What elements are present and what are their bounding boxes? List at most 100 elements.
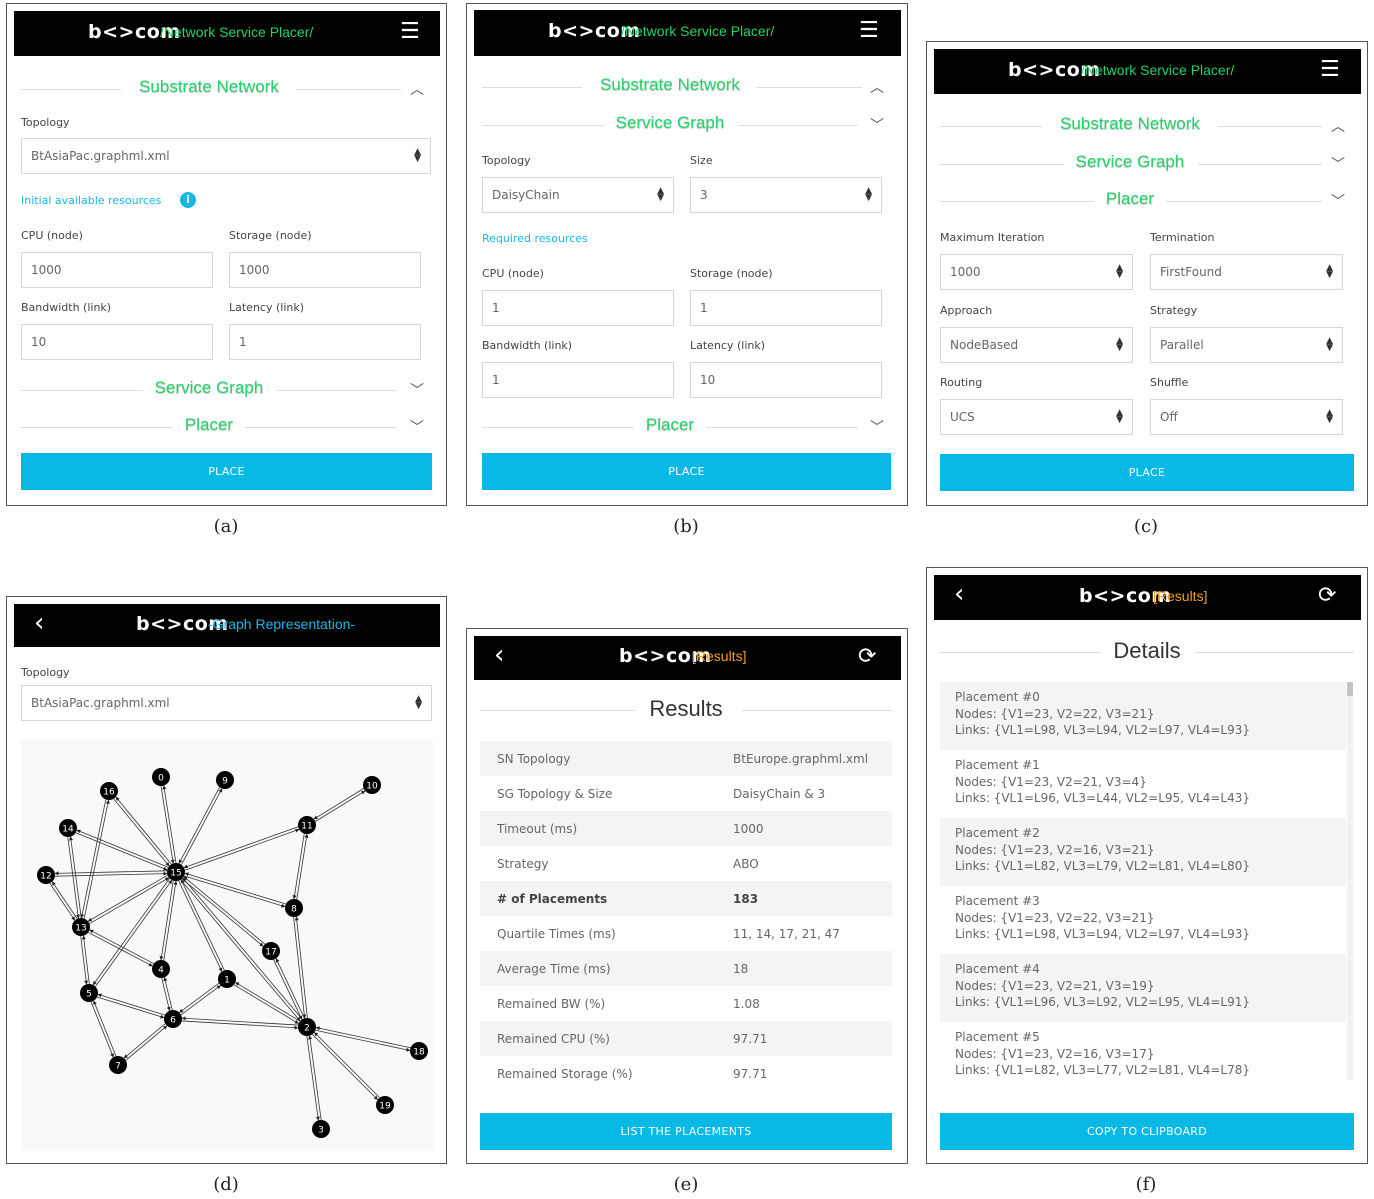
placement-item[interactable]: Placement #2 Nodes: {V1=23, V2=16, V3=21}… bbox=[940, 818, 1346, 886]
scrollbar[interactable] bbox=[1347, 682, 1353, 1080]
section-substrate-network[interactable]: Substrate Network ︿ bbox=[940, 114, 1354, 138]
results-value: 18 bbox=[733, 961, 749, 976]
select-arrows-icon: ▲ ▼ bbox=[1326, 336, 1333, 353]
menu-icon[interactable]: ☰ bbox=[859, 18, 879, 43]
graph-node[interactable]: 3 bbox=[312, 1120, 330, 1138]
graph-node[interactable]: 2 bbox=[298, 1018, 316, 1036]
chevron-down-icon[interactable]: ﹀ bbox=[1331, 191, 1345, 211]
graph-node[interactable]: 15 bbox=[167, 863, 185, 881]
section-placer[interactable]: Placer ﹀ bbox=[21, 415, 433, 439]
placement-item[interactable]: Placement #5 Nodes: {V1=23, V2=16, V3=17}… bbox=[940, 1022, 1346, 1090]
graph-node[interactable]: 17 bbox=[262, 942, 280, 960]
graph-node[interactable]: 9 bbox=[216, 771, 234, 789]
section-placer[interactable]: Placer ﹀ bbox=[940, 189, 1354, 213]
details-title: Details bbox=[1113, 638, 1181, 663]
routing-select[interactable]: UCS ▲ ▼ bbox=[940, 399, 1133, 435]
graph-node[interactable]: 4 bbox=[152, 960, 170, 978]
strategy-value: Parallel bbox=[1160, 338, 1204, 352]
graph-node-label: 16 bbox=[103, 788, 115, 798]
refresh-icon[interactable]: ⟳ bbox=[1318, 583, 1336, 608]
graph-node-label: 13 bbox=[75, 924, 86, 934]
section-service-graph[interactable]: Service Graph ﹀ bbox=[940, 152, 1354, 176]
back-arrow-icon[interactable]: ‹ bbox=[34, 608, 44, 638]
info-icon[interactable]: i bbox=[180, 192, 196, 208]
placement-item[interactable]: Placement #4 Nodes: {V1=23, V2=21, V3=19}… bbox=[940, 954, 1346, 1022]
chevron-down-icon[interactable]: ﹀ bbox=[870, 115, 884, 135]
storage-input[interactable]: 1 bbox=[690, 290, 882, 326]
topology-label: Topology bbox=[21, 116, 70, 129]
graph-node-label: 0 bbox=[158, 774, 164, 784]
section-placer[interactable]: Placer ﹀ bbox=[482, 415, 894, 439]
graph-node[interactable]: 8 bbox=[285, 899, 303, 917]
graph-node[interactable]: 6 bbox=[164, 1010, 182, 1028]
graph-node[interactable]: 0 bbox=[152, 768, 170, 786]
approach-select[interactable]: NodeBased ▲ ▼ bbox=[940, 327, 1133, 363]
graph-edge bbox=[80, 799, 107, 919]
latency-input[interactable]: 10 bbox=[690, 362, 882, 398]
topology-label: Topology bbox=[21, 666, 70, 679]
graph-edge bbox=[80, 936, 89, 985]
strategy-label: Strategy bbox=[1150, 304, 1198, 317]
topology-select[interactable]: BtAsiaPac.graphml.xml ▲ ▼ bbox=[21, 138, 431, 174]
network-graph[interactable]: 0123456789 10111213141516171819 bbox=[21, 739, 433, 1151]
graph-node[interactable]: 10 bbox=[363, 776, 381, 794]
graph-node[interactable]: 19 bbox=[376, 1096, 394, 1114]
place-button[interactable]: PLACE bbox=[940, 454, 1354, 491]
app-header: ‹ b<>com [Results] ⟳ bbox=[474, 636, 901, 680]
panel-f: ‹ b<>com [Results] ⟳ Details COPY TO CLI… bbox=[926, 567, 1368, 1164]
topology-select[interactable]: BtAsiaPac.graphml.xml ▲ ▼ bbox=[21, 685, 432, 721]
resources-link[interactable]: Required resources bbox=[482, 232, 588, 245]
chevron-up-icon[interactable]: ︿ bbox=[870, 77, 884, 97]
place-button[interactable]: PLACE bbox=[482, 453, 891, 490]
bandwidth-input[interactable]: 1 bbox=[482, 362, 674, 398]
placement-item[interactable]: Placement #1 Nodes: {V1=23, V2=21, V3=4} L… bbox=[940, 750, 1346, 818]
back-arrow-icon[interactable]: ‹ bbox=[494, 640, 504, 670]
results-row: Remained BW (%) 1.08 bbox=[480, 986, 892, 1021]
refresh-icon[interactable]: ⟳ bbox=[858, 644, 876, 669]
topology-select[interactable]: DaisyChain ▲ ▼ bbox=[482, 177, 674, 213]
section-service-graph[interactable]: Service Graph ﹀ bbox=[21, 378, 433, 402]
menu-icon[interactable]: ☰ bbox=[1320, 57, 1340, 82]
section-title: Service Graph bbox=[1075, 152, 1185, 171]
graph-node[interactable]: 5 bbox=[80, 984, 98, 1002]
chevron-down-icon[interactable]: ﹀ bbox=[410, 417, 424, 437]
placement-item[interactable]: Placement #3 Nodes: {V1=23, V2=22, V3=21}… bbox=[940, 886, 1346, 954]
graph-node-label: 4 bbox=[158, 966, 164, 976]
termination-select[interactable]: FirstFound ▲ ▼ bbox=[1150, 254, 1343, 290]
graph-node[interactable]: 18 bbox=[410, 1042, 428, 1060]
back-arrow-icon[interactable]: ‹ bbox=[954, 579, 964, 609]
copy-clipboard-button[interactable]: COPY TO CLIPBOARD bbox=[940, 1113, 1354, 1150]
placement-nodes: Nodes: {V1=23, V2=22, V3=21} bbox=[955, 910, 1155, 925]
place-button[interactable]: PLACE bbox=[21, 453, 432, 490]
strategy-select[interactable]: Parallel ▲ ▼ bbox=[1150, 327, 1343, 363]
menu-icon[interactable]: ☰ bbox=[400, 19, 420, 44]
max-iteration-value: 1000 bbox=[950, 265, 981, 279]
section-substrate-network[interactable]: Substrate Network ︿ bbox=[21, 77, 433, 101]
chevron-up-icon[interactable]: ︿ bbox=[410, 79, 424, 99]
section-service-graph[interactable]: Service Graph ﹀ bbox=[482, 113, 894, 137]
max-iteration-select[interactable]: 1000 ▲ ▼ bbox=[940, 254, 1133, 290]
size-select[interactable]: 3 ▲ ▼ bbox=[690, 177, 882, 213]
section-substrate-network[interactable]: Substrate Network ︿ bbox=[482, 75, 894, 99]
storage-input[interactable]: 1000 bbox=[229, 252, 421, 288]
placement-item[interactable]: Placement #0 Nodes: {V1=23, V2=22, V3=21}… bbox=[940, 682, 1346, 750]
graph-node[interactable]: 12 bbox=[37, 866, 55, 884]
graph-node[interactable]: 14 bbox=[59, 819, 77, 837]
chevron-down-icon[interactable]: ﹀ bbox=[870, 417, 884, 437]
cpu-input[interactable]: 1000 bbox=[21, 252, 213, 288]
graph-node[interactable]: 7 bbox=[109, 1056, 127, 1074]
chevron-up-icon[interactable]: ︿ bbox=[1331, 116, 1345, 136]
chevron-down-icon[interactable]: ﹀ bbox=[410, 380, 424, 400]
graph-node[interactable]: 11 bbox=[298, 816, 316, 834]
resources-link[interactable]: Initial available resources bbox=[21, 194, 161, 207]
latency-input[interactable]: 1 bbox=[229, 324, 421, 360]
list-placements-button[interactable]: LIST THE PLACEMENTS bbox=[480, 1113, 892, 1150]
graph-node[interactable]: 1 bbox=[218, 970, 236, 988]
cpu-input[interactable]: 1 bbox=[482, 290, 674, 326]
results-key: Remained BW (%) bbox=[497, 996, 606, 1011]
graph-node[interactable]: 16 bbox=[100, 782, 118, 800]
shuffle-select[interactable]: Off ▲ ▼ bbox=[1150, 399, 1343, 435]
bandwidth-input[interactable]: 10 bbox=[21, 324, 213, 360]
graph-node[interactable]: 13 bbox=[72, 918, 90, 936]
chevron-down-icon[interactable]: ﹀ bbox=[1331, 154, 1345, 174]
